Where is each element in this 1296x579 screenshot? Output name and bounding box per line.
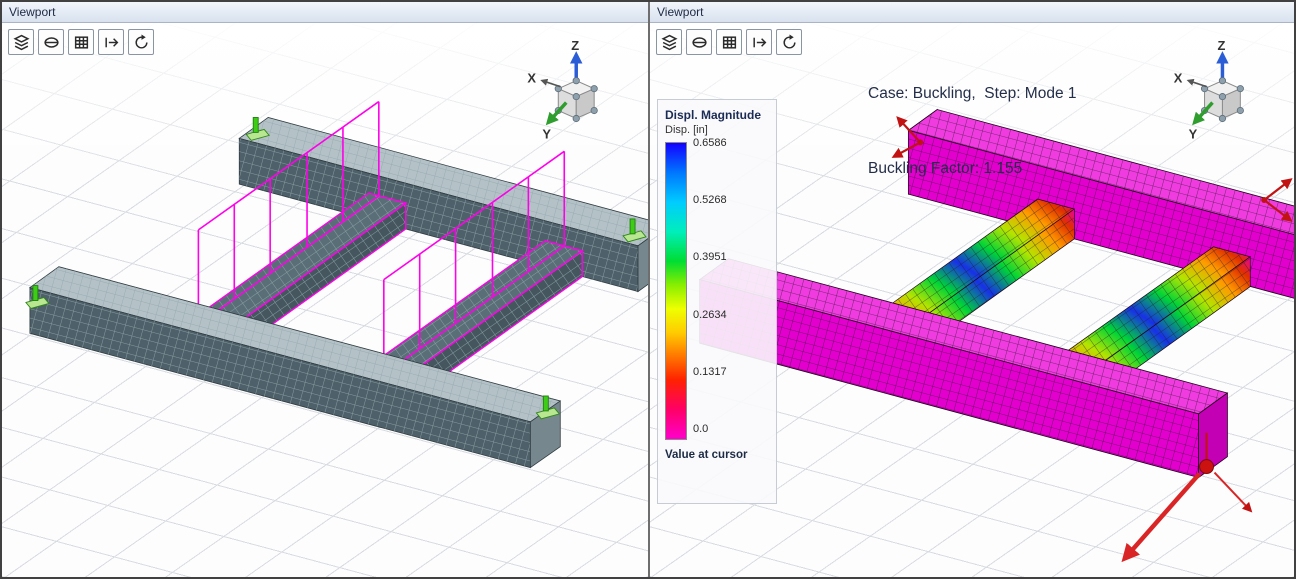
legend-tick: 0.2634 xyxy=(693,309,727,321)
model-view-undeformed[interactable]: Z X Y xyxy=(2,23,648,577)
axis-z-label: Z xyxy=(1217,38,1225,53)
result-case-info: Case: Buckling, Step: Mode 1 Buckling Fa… xyxy=(868,31,1077,231)
layers-button[interactable] xyxy=(656,29,682,55)
arrow-icon xyxy=(103,34,120,51)
viewport-titlebar-right: Viewport xyxy=(650,2,1294,23)
viewport-titlebar-left: Viewport xyxy=(2,2,648,23)
axis-x-label: X xyxy=(1174,71,1183,86)
layers-icon xyxy=(661,34,678,51)
layers-icon xyxy=(13,34,30,51)
orientation-cube[interactable]: Z X Y xyxy=(1174,38,1244,142)
legend-title: Displ. Magnitude xyxy=(665,108,769,122)
viewport-title-right: Viewport xyxy=(657,5,703,19)
rotate-button[interactable] xyxy=(128,29,154,55)
export-button[interactable] xyxy=(746,29,772,55)
axis-x-label: X xyxy=(527,71,536,86)
legend-unit: Disp. [in] xyxy=(665,124,769,136)
rotate-icon xyxy=(781,34,798,51)
viewport-title-left: Viewport xyxy=(9,5,55,19)
legend-cursor-label: Value at cursor xyxy=(665,449,769,461)
axis-y-label: Y xyxy=(542,126,551,141)
contour-legend: Displ. Magnitude Disp. [in] 0.6586 0.526… xyxy=(657,99,777,504)
fea-app-window: Viewport xyxy=(0,0,1296,579)
viewport-panel-right: Viewport Case: Buckling, Step: Mode 1 Bu… xyxy=(648,2,1294,577)
shaded-view-icon xyxy=(691,34,708,51)
viewport-toolbar-right xyxy=(656,29,802,55)
legend-color-bar xyxy=(665,142,687,440)
viewport-panel-left: Viewport xyxy=(2,2,648,577)
mesh-grid-icon xyxy=(73,34,90,51)
mesh-grid-icon xyxy=(721,34,738,51)
case-step-text: Case: Buckling, Step: Mode 1 xyxy=(868,81,1077,106)
axis-z-label: Z xyxy=(571,38,579,53)
legend-tick: 0.0 xyxy=(693,423,727,435)
mesh-grid-button[interactable] xyxy=(716,29,742,55)
arrow-icon xyxy=(751,34,768,51)
rotate-button[interactable] xyxy=(776,29,802,55)
buckling-factor-text: Buckling Factor: 1.155 xyxy=(868,156,1077,181)
rotate-icon xyxy=(133,34,150,51)
orientation-cube[interactable]: Z X Y xyxy=(527,38,597,142)
legend-tick: 0.5268 xyxy=(693,194,727,206)
mesh-grid-button[interactable] xyxy=(68,29,94,55)
viewport-scene-left[interactable]: Z X Y xyxy=(2,23,648,577)
export-button[interactable] xyxy=(98,29,124,55)
shaded-view-icon xyxy=(43,34,60,51)
legend-tick: 0.6586 xyxy=(693,137,727,149)
shaded-view-button[interactable] xyxy=(686,29,712,55)
shaded-view-button[interactable] xyxy=(38,29,64,55)
viewport-toolbar-left xyxy=(8,29,154,55)
axis-y-label: Y xyxy=(1189,126,1198,141)
legend-tick: 0.3951 xyxy=(693,251,727,263)
legend-tick-labels: 0.6586 0.5268 0.3951 0.2634 0.1317 0.0 xyxy=(693,137,727,435)
viewport-scene-right[interactable]: Case: Buckling, Step: Mode 1 Buckling Fa… xyxy=(650,23,1294,577)
layers-button[interactable] xyxy=(8,29,34,55)
legend-tick: 0.1317 xyxy=(693,366,727,378)
